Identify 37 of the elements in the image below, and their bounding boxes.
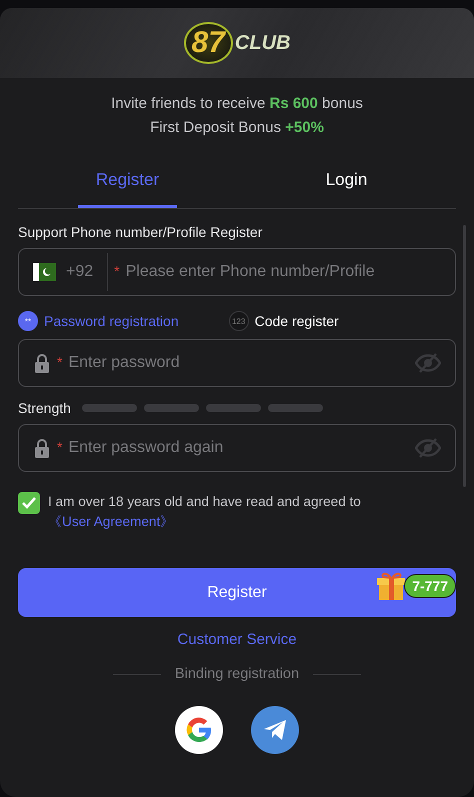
customer-service-link[interactable]: Customer Service — [171, 630, 303, 649]
method-option[interactable]: 123 Code register — [228, 311, 339, 331]
required-mark: * — [57, 439, 62, 455]
strength-segment — [206, 404, 261, 412]
password-field[interactable]: * Enter password again — [18, 424, 456, 472]
section-label: Binding registration — [174, 666, 300, 682]
required-mark: * — [57, 354, 62, 370]
strength-segment — [268, 404, 323, 412]
method-option[interactable]: ** Password registration — [18, 311, 179, 331]
password-field[interactable]: * Enter password — [18, 339, 456, 387]
field-placeholder: Enter password — [68, 354, 181, 372]
phone-field[interactable]: +92 * Please enter Phone number/Profile — [18, 248, 456, 296]
reward-badge[interactable]: 7-777 — [404, 574, 456, 598]
required-mark: * — [114, 263, 120, 279]
agreement-link[interactable]: 《User Agreement》 — [48, 514, 174, 529]
telegram-button[interactable] — [251, 706, 299, 754]
paper-plane-icon — [262, 718, 288, 742]
lock-icon — [33, 438, 51, 458]
promo-text: First Deposit Bonus +50% — [149, 118, 325, 138]
country-code[interactable]: +92 — [66, 253, 108, 291]
strength-segment — [82, 404, 137, 412]
field-placeholder: Please enter Phone number/Profile — [126, 263, 376, 281]
scrollbar[interactable] — [463, 225, 466, 487]
lock-icon — [33, 353, 51, 373]
check-icon — [21, 496, 37, 510]
promo-text: Invite friends to receive Rs 600 bonus — [110, 94, 364, 114]
google-button[interactable] — [175, 706, 223, 754]
checkbox[interactable] — [18, 492, 40, 514]
logo: 87 CLUB — [184, 22, 290, 64]
field-placeholder: Enter password again — [68, 439, 224, 457]
flag-icon — [33, 263, 56, 281]
agreement-text: I am over 18 years old and have read and agreed to 《User Agreement》 — [48, 493, 362, 531]
field-label: Support Phone number/Profile Register — [18, 224, 264, 240]
strength-segment — [144, 404, 199, 412]
tab[interactable]: Register — [18, 162, 237, 208]
strength-label: Strength — [18, 400, 71, 416]
tab[interactable]: Login — [237, 162, 456, 208]
